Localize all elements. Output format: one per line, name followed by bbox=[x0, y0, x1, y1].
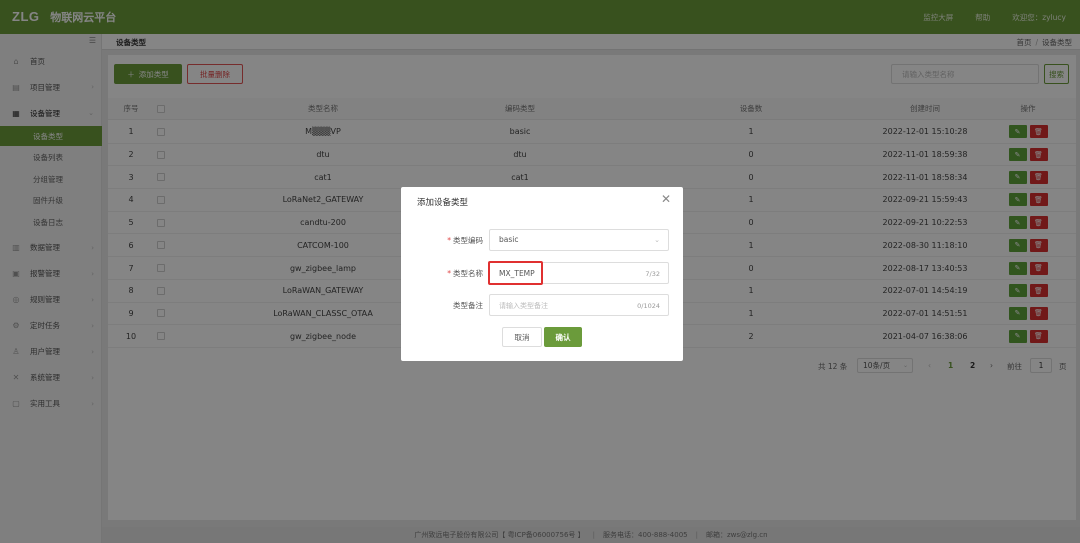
remark-counter: 0/1024 bbox=[637, 302, 660, 310]
type-name-label: * 类型名称 bbox=[447, 269, 483, 278]
code-type-select[interactable]: basic ⌄ bbox=[489, 229, 669, 251]
add-device-type-dialog: 添加设备类型 ✕ * 类型编码 basic ⌄ * 类型名称 MX_TEMP 7/3… bbox=[401, 187, 683, 361]
dialog-title: 添加设备类型 bbox=[417, 198, 469, 208]
remark-input[interactable]: 请输入类型备注 0/1024 bbox=[489, 294, 669, 316]
confirm-button[interactable]: 确认 bbox=[544, 327, 582, 347]
type-name-counter: 7/32 bbox=[645, 270, 660, 278]
highlight-box bbox=[488, 261, 543, 285]
close-icon[interactable]: ✕ bbox=[661, 192, 671, 206]
code-type-label: * 类型编码 bbox=[447, 236, 483, 245]
form-row-code-type: * 类型编码 basic ⌄ bbox=[401, 229, 683, 251]
form-row-type-name: * 类型名称 MX_TEMP 7/32 bbox=[401, 261, 683, 285]
required-mark: * bbox=[447, 269, 451, 278]
remark-placeholder: 请输入类型备注 bbox=[499, 302, 548, 310]
form-row-remark: 类型备注 请输入类型备注 0/1024 bbox=[401, 294, 683, 316]
required-mark: * bbox=[447, 236, 451, 245]
chevron-down-icon: ⌄ bbox=[654, 236, 660, 244]
remark-label: 类型备注 bbox=[453, 301, 483, 310]
code-type-value: basic bbox=[499, 235, 519, 244]
cancel-button[interactable]: 取消 bbox=[502, 327, 542, 347]
